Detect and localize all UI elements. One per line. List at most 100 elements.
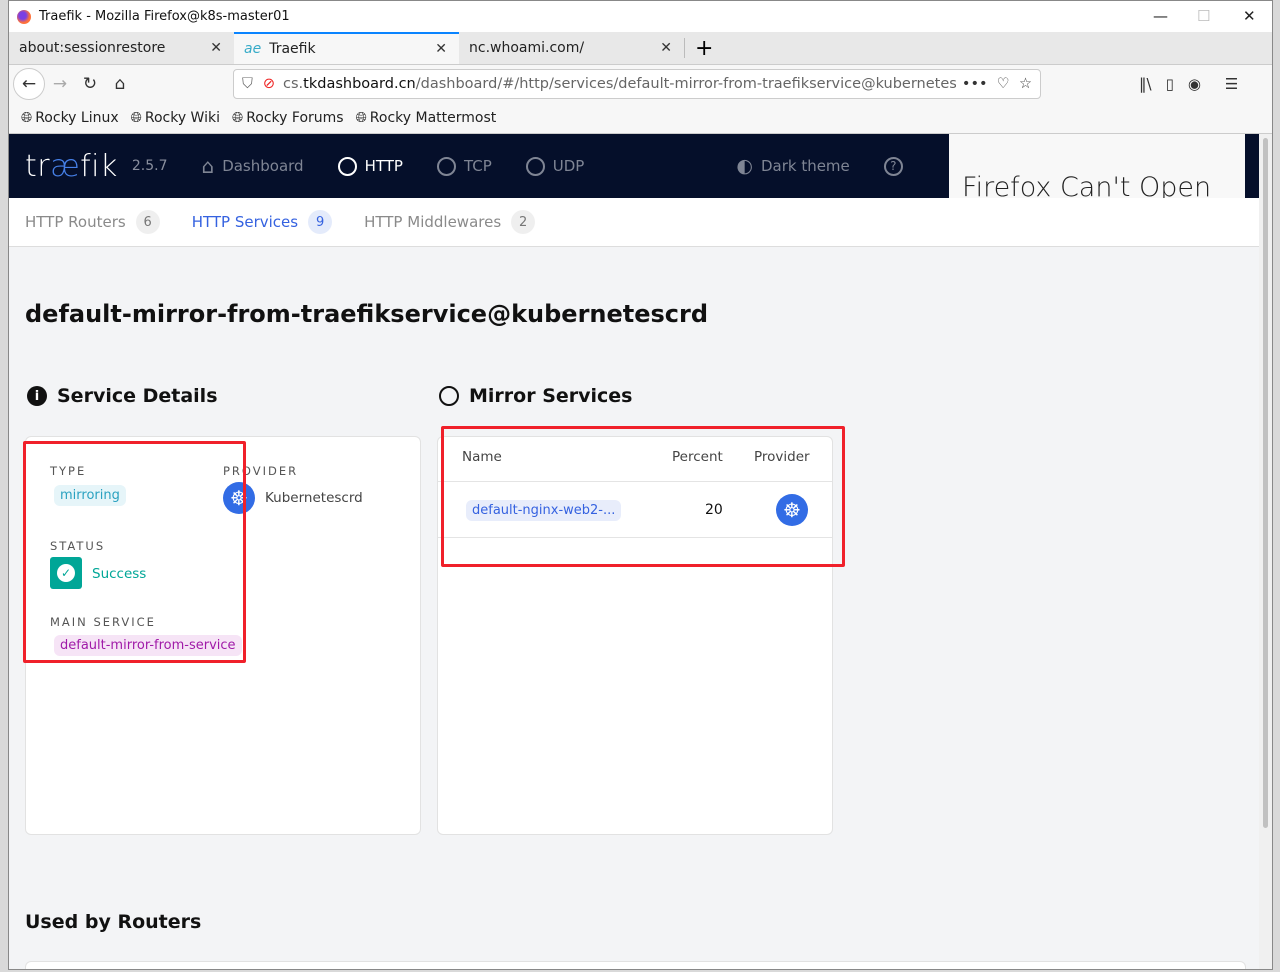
close-tab-icon[interactable]: ✕ (660, 40, 672, 56)
scrollbar-thumb[interactable] (1263, 138, 1268, 828)
version: 2.5.7 (131, 158, 168, 174)
dark-theme-toggle[interactable]: ◐ Dark theme (736, 155, 849, 177)
bookmark-label: Rocky Linux (35, 110, 119, 126)
window-title: Traefik - Mozilla Firefox@k8s-master01 (39, 9, 290, 24)
nav-tcp[interactable]: TCP (436, 156, 492, 176)
provider-value: Kubernetescrd (265, 490, 363, 506)
tab-traefik[interactable]: ae Traefik ✕ (234, 32, 459, 64)
globe-icon (337, 156, 357, 176)
tab-label: about:sessionrestore (19, 40, 166, 56)
count-badge: 2 (511, 210, 536, 234)
insecure-lock-icon: ⊘ (262, 76, 276, 92)
traefik-favicon-icon: ae (244, 41, 262, 57)
globe-icon: 🌐︎ (130, 110, 142, 126)
more-icon[interactable]: ••• (962, 76, 988, 92)
globe-icon: 🌐︎ (355, 110, 367, 126)
menu-icon[interactable]: ☰ (1225, 75, 1238, 93)
subnav-label: HTTP Routers (25, 213, 126, 231)
reload-button[interactable]: ↻ (75, 69, 105, 99)
tab-http-middlewares[interactable]: HTTP Middlewares 2 (364, 210, 536, 234)
mirror-services-heading: Mirror Services (439, 385, 633, 407)
home-button[interactable]: ⌂ (105, 69, 135, 99)
scrollbar[interactable] (1259, 134, 1272, 969)
bookmark-rocky-linux[interactable]: 🌐︎ Rocky Linux (21, 110, 119, 126)
title-bar: Traefik - Mozilla Firefox@k8s-master01 —… (9, 1, 1272, 32)
sub-navigation: HTTP Routers 6 HTTP Services 9 HTTP Middle… (9, 198, 1260, 247)
url-bar[interactable]: ⛉ ⊘ cs. tkdashboard.cn/dashboard/#/http/s… (233, 69, 1041, 99)
logo-part: fik (80, 148, 118, 184)
globe-icon: 🌐︎ (21, 110, 33, 126)
count-badge: 9 (308, 210, 333, 234)
heading-label: Service Details (57, 385, 218, 407)
browser-window: Traefik - Mozilla Firefox@k8s-master01 —… (8, 0, 1273, 970)
bookmark-star-icon[interactable]: ☆ (1019, 76, 1032, 92)
bookmark-rocky-wiki[interactable]: 🌐︎ Rocky Wiki (131, 110, 220, 126)
routers-card (25, 961, 1246, 969)
close-tab-icon[interactable]: ✕ (210, 40, 222, 56)
nav-label: UDP (552, 157, 585, 175)
bookmark-rocky-mattermost[interactable]: 🌐︎ Rocky Mattermost (356, 110, 497, 126)
sidebar-icon[interactable]: ▯ (1166, 75, 1174, 93)
heading-label: Mirror Services (469, 385, 633, 407)
help-button[interactable]: ? (883, 156, 903, 176)
tcp-icon (436, 156, 456, 176)
library-icon[interactable]: ‖\ (1139, 75, 1152, 93)
url-host: tkdashboard.cn (303, 76, 416, 92)
drop-icon: ◐ (736, 155, 753, 177)
tab-whoami[interactable]: nc.whoami.com/ ✕ (459, 32, 684, 64)
udp-icon (525, 156, 545, 176)
firefox-error-overlay: Firefox Can't Open (949, 134, 1245, 198)
bookmark-label: Rocky Wiki (144, 110, 220, 126)
globe-icon (439, 386, 459, 406)
nav-label: TCP (463, 157, 492, 175)
tab-sessionrestore[interactable]: about:sessionrestore ✕ (9, 32, 234, 64)
nav-udp[interactable]: UDP (525, 156, 585, 176)
subnav-label: HTTP Middlewares (364, 213, 502, 231)
nav-label: Dashboard (222, 157, 304, 175)
url-prefix: cs. (283, 76, 304, 92)
tab-http-routers[interactable]: HTTP Routers 6 (25, 210, 160, 234)
theme-label: Dark theme (760, 157, 850, 175)
bookmark-label: Rocky Forums (246, 110, 344, 126)
back-button[interactable]: ← (13, 68, 45, 100)
highlight-box (23, 441, 246, 663)
used-by-routers-heading: Used by Routers (25, 911, 202, 933)
tab-bar: about:sessionrestore ✕ ae Traefik ✕ nc.whoa… (9, 32, 1272, 65)
traefik-logo[interactable]: træfik (25, 149, 118, 184)
tab-label: Traefik (269, 41, 316, 57)
subnav-label: HTTP Services (191, 213, 299, 231)
info-icon: i (27, 386, 47, 406)
tab-label: nc.whoami.com/ (469, 40, 585, 56)
service-details-heading: i Service Details (27, 385, 218, 407)
nav-bar: ← → ↻ ⌂ ⛉ ⊘ cs. tkdashboard.cn/dashboard/… (9, 65, 1272, 103)
count-badge: 6 (135, 210, 160, 234)
toolbar-right: ‖\ ▯ ◉ ☰ (1139, 75, 1238, 93)
close-window-icon[interactable]: ✕ (1243, 7, 1256, 25)
page-actions: ••• ♡ ☆ (955, 76, 1032, 92)
globe-icon: 🌐︎ (231, 110, 244, 126)
account-icon[interactable]: ◉ (1188, 75, 1201, 93)
highlight-box (441, 426, 845, 567)
url-path: /dashboard/#/http/services/default-mirro… (415, 76, 971, 92)
nav-http[interactable]: HTTP (337, 156, 403, 176)
page-content: træfik 2.5.7 ⌂ Dashboard HTTP TCP UDP ◐ Da… (9, 134, 1260, 969)
help-icon: ? (883, 156, 903, 176)
pocket-icon[interactable]: ♡ (997, 76, 1010, 92)
shield-icon: ⛉ (242, 76, 253, 92)
logo-part: tr (25, 148, 51, 184)
bookmark-rocky-forums[interactable]: 🌐︎ Rocky Forums (232, 110, 344, 126)
firefox-icon (17, 9, 31, 24)
tab-http-services[interactable]: HTTP Services 9 (191, 210, 333, 234)
new-tab-button[interactable]: + (684, 36, 723, 61)
forward-button[interactable]: → (45, 69, 75, 99)
traefik-header: træfik 2.5.7 ⌂ Dashboard HTTP TCP UDP ◐ Da… (9, 134, 1260, 198)
close-tab-icon[interactable]: ✕ (435, 41, 447, 57)
nav-label: HTTP (364, 157, 403, 175)
minimize-icon[interactable]: — (1153, 7, 1168, 25)
logo-part: æ (50, 148, 81, 184)
bookmarks-bar: 🌐︎ Rocky Linux 🌐︎ Rocky Wiki 🌐︎ Rocky Forum… (9, 103, 1272, 134)
nav-dashboard[interactable]: ⌂ Dashboard (201, 154, 303, 178)
maximize-icon[interactable]: ☐ (1197, 7, 1210, 25)
page-title: default-mirror-from-traefikservice@kuber… (25, 300, 709, 328)
home-icon: ⌂ (201, 154, 215, 178)
